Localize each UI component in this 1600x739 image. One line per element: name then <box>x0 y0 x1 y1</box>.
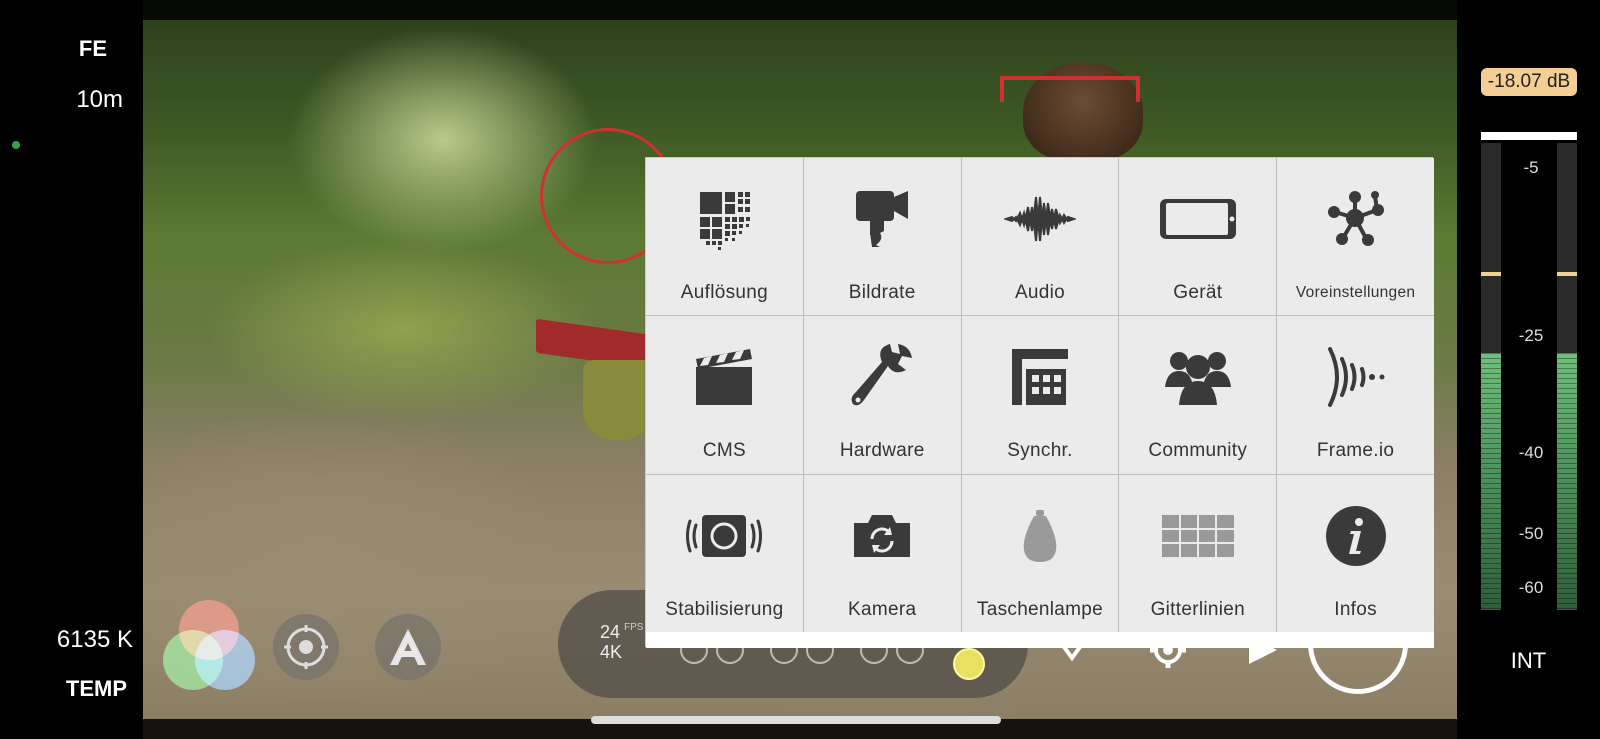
audio-level-badge[interactable]: -18.07 dB <box>1481 68 1577 96</box>
grid-icon <box>1161 514 1234 557</box>
menu-item-label: Voreinstellungen <box>1295 284 1416 301</box>
white-balance-value[interactable]: 6135 K <box>57 626 133 654</box>
menu-item-frameio[interactable]: Frame.io <box>1277 316 1434 474</box>
flashlight-icon <box>1023 509 1057 562</box>
menu-item-device[interactable]: Gerät <box>1119 158 1277 316</box>
autofocus-button[interactable] <box>273 614 339 680</box>
menu-item-cms[interactable]: CMS <box>646 316 803 474</box>
target-icon <box>284 625 328 669</box>
auto-exposure-button[interactable] <box>375 614 441 680</box>
menu-item-info[interactable]: Infos <box>1277 474 1434 632</box>
meter-tick-label: -40 <box>1518 443 1544 462</box>
menu-item-label: Hardware <box>839 440 925 462</box>
menu-item-label: Gerät <box>1173 282 1223 303</box>
sync-icon <box>1011 349 1068 406</box>
menu-item-label: Frame.io <box>1316 440 1395 462</box>
menu-footer <box>646 632 1434 648</box>
meter-clip-indicator <box>1481 132 1577 140</box>
peak-marker <box>1557 272 1577 276</box>
meter-left-channel <box>1481 143 1501 610</box>
left-sidebar: FE 10m 6135 K TEMP <box>0 0 143 739</box>
frameio-icon <box>1327 347 1385 408</box>
phone-landscape-icon <box>1159 199 1236 239</box>
resolution-icon <box>700 192 751 250</box>
meter-tick-label: -60 <box>1518 578 1544 597</box>
menu-item-flashlight[interactable]: Taschenlampe <box>961 474 1119 632</box>
menu-item-label: Community <box>1148 440 1248 462</box>
focus-mode-label[interactable]: FE <box>79 36 107 62</box>
letter-a-icon <box>390 629 426 665</box>
menu-item-resolution[interactable]: Auflösung <box>646 158 803 316</box>
menu-item-label: Synchr. <box>1007 440 1073 462</box>
level-fill <box>1481 353 1501 610</box>
meter-right-channel <box>1557 143 1577 610</box>
info-icon <box>1325 505 1386 566</box>
menu-item-label: Stabilisierung <box>665 598 784 620</box>
menu-item-label: Kamera <box>848 598 917 620</box>
menu-item-label: Gitterlinien <box>1150 598 1245 620</box>
menu-item-community[interactable]: Community <box>1119 316 1277 474</box>
menu-item-sync[interactable]: Synchr. <box>961 316 1119 474</box>
audio-meter-panel: -18.07 dB -5 -25 -40 -50 -60 INT <box>1457 0 1600 739</box>
wrench-icon <box>851 344 913 406</box>
timer-icon <box>953 648 985 680</box>
menu-item-grid[interactable]: Gitterlinien <box>1119 474 1277 632</box>
color-rgb-button[interactable] <box>163 600 255 696</box>
home-indicator[interactable] <box>591 716 1001 724</box>
menu-item-label: CMS <box>702 440 746 462</box>
fps-unit-label: FPS <box>624 622 644 633</box>
stabilization-icon <box>686 514 763 557</box>
menu-item-label: Taschenlampe <box>976 598 1104 620</box>
level-fill <box>1557 353 1577 610</box>
status-dot <box>12 141 20 149</box>
white-balance-label[interactable]: TEMP <box>66 676 127 702</box>
frame-rate-value: 24 <box>600 622 621 642</box>
face-detection-box <box>1000 76 1140 136</box>
movie-camera-icon <box>856 191 909 247</box>
focus-distance-value[interactable]: 10m <box>76 86 123 114</box>
menu-item-hardware[interactable]: Hardware <box>803 316 961 474</box>
meter-tick-label: -50 <box>1518 524 1544 543</box>
menu-item-label: Auflösung <box>680 282 768 303</box>
menu-item-label: Bildrate <box>848 282 916 303</box>
peak-marker <box>1481 272 1501 276</box>
menu-item-label: Infos <box>1334 598 1377 620</box>
meter-tick-label: -5 <box>1523 158 1539 177</box>
camera-switch-icon <box>854 514 911 557</box>
audio-input-label[interactable]: INT <box>1457 648 1600 674</box>
viewfinder-top-edge <box>143 0 1457 20</box>
settings-menu-grid: Auflösung Bildrate Audio Gerät Voreinste… <box>646 158 1434 632</box>
meter-tick-label: -25 <box>1518 326 1544 345</box>
menu-item-audio[interactable]: Audio <box>961 158 1119 316</box>
clapperboard-icon <box>696 349 753 406</box>
bench-leg <box>583 360 653 440</box>
presets-icon <box>1327 191 1384 246</box>
menu-item-label: Audio <box>1014 282 1066 303</box>
settings-menu: Auflösung Bildrate Audio Gerät Voreinste… <box>645 157 1434 648</box>
community-icon <box>1164 352 1231 406</box>
resolution-value: 4K <box>600 642 623 662</box>
audio-waveform-icon <box>1003 196 1076 242</box>
menu-item-framerate[interactable]: Bildrate <box>803 158 961 316</box>
menu-item-presets[interactable]: Voreinstellungen <box>1277 158 1434 316</box>
menu-item-camera[interactable]: Kamera <box>803 474 961 632</box>
menu-item-stabilization[interactable]: Stabilisierung <box>646 474 803 632</box>
blue-circle-icon <box>195 630 255 690</box>
